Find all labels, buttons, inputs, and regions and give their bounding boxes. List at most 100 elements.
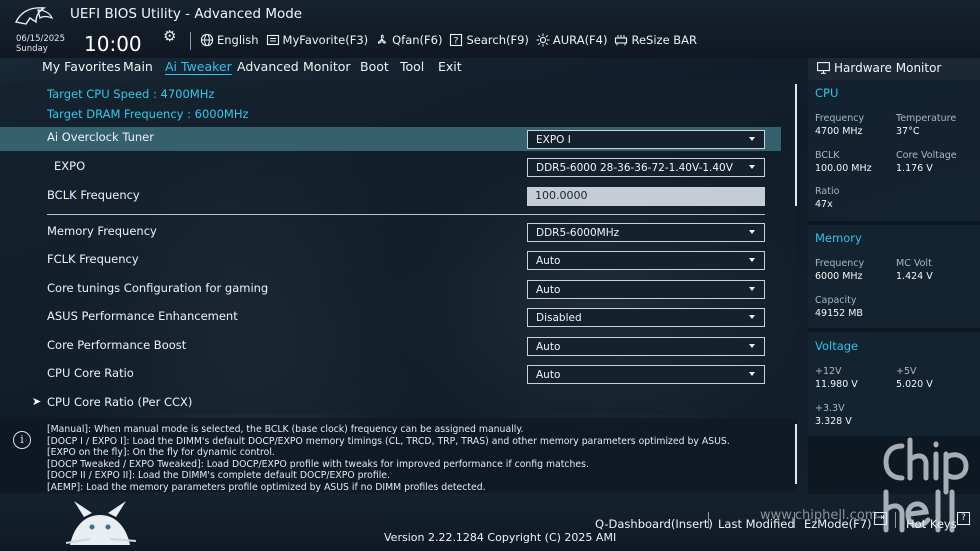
ai-overclock-tuner-dropdown[interactable]: EXPO I [527,130,765,149]
settings-scrollbar[interactable] [795,84,797,206]
aura-label: AURA(F4) [552,33,608,47]
bottom-separator [708,512,709,528]
v12-value: 11.980 V [815,379,858,390]
dropdown-value: Auto [536,369,561,381]
resize-bar-label: ReSize BAR [631,33,698,47]
core-performance-boost-dropdown[interactable]: Auto [527,337,765,356]
v5-value: 5.020 V [896,379,933,390]
submenu-arrow-icon: ➤ [32,395,42,408]
cpu-temperature-label: Temperature [896,113,957,124]
info-icon: i [13,431,31,449]
dropdown-arrow-icon [749,137,755,141]
ratio-value: 47x [815,199,833,210]
setting-label-memory-frequency[interactable]: Memory Frequency [47,224,157,238]
top-bar: UEFI BIOS Utility - Advanced Mode 06/15/… [0,0,980,58]
setting-label-bclk-frequency[interactable]: BCLK Frequency [47,188,140,202]
aura-light-icon [536,33,550,47]
qfan-button[interactable]: Qfan(F6) [375,31,442,49]
voltage-section-title: Voltage [815,339,859,353]
cpu-temperature-value: 37°C [896,126,920,137]
help-line: [DOCP I / EXPO I]: Load the DIMM's defau… [47,435,730,447]
memory-frequency-dropdown[interactable]: DDR5-6000MHz [527,223,765,242]
help-line: [AEMP]: Load the memory parameters profi… [47,481,486,492]
v5-label: +5V [896,366,917,377]
dropdown-value: Auto [536,341,561,353]
dropdown-value: Auto [536,255,561,267]
hardware-monitor-header: Hardware Monitor [808,58,980,80]
core-tunings-dropdown[interactable]: Auto [527,280,765,299]
tab-tool[interactable]: Tool [400,59,424,74]
v33-label: +3.3V [815,403,845,414]
watermark-url: www.chiphell.com [760,508,878,523]
help-line: [EXPO on the fly]: On the fly for dynami… [47,447,275,459]
qdashboard-button[interactable]: Q-Dashboard(Insert) [595,517,713,531]
tab-main[interactable]: Main [123,59,153,74]
aura-button[interactable]: AURA(F4) [536,31,608,49]
dropdown-value: Auto [536,284,561,296]
myfavorite-label: MyFavorite(F3) [282,33,369,47]
dropdown-arrow-icon [749,315,755,319]
weekday-text: Sunday [16,44,48,54]
setting-label-cpu-core-ratio[interactable]: CPU Core Ratio [47,366,134,380]
language-button[interactable]: English [200,31,259,49]
version-text: Version 2.22.1284 Copyright (C) 2025 AMI [384,531,617,544]
dropdown-value: Disabled [536,312,582,324]
mc-volt-value: 1.424 V [896,271,933,282]
cpu-core-ratio-dropdown[interactable]: Auto [527,365,765,384]
dropdown-arrow-icon [749,372,755,376]
bclk-frequency-input[interactable]: 100.0000 [527,187,765,206]
dropdown-arrow-icon [749,287,755,291]
target-dram-frequency: Target DRAM Frequency : 6000MHz [47,107,249,121]
dropdown-value: EXPO I [536,134,571,146]
tab-ai-tweaker[interactable]: Ai Tweaker [165,59,232,74]
cpu-section-title: CPU [815,86,839,100]
tab-boot[interactable]: Boot [360,59,389,74]
date-text: 06/15/2025 [16,34,65,44]
help-scrollbar[interactable] [795,424,797,484]
monitor-icon [817,62,830,74]
setting-label-asus-performance-enhancement[interactable]: ASUS Performance Enhancement [47,309,238,323]
expo-dropdown[interactable]: DDR5-6000 28-36-36-72-1.40V-1.40V [527,158,765,177]
rog-logo-icon [14,7,54,25]
star-folder-icon [266,34,279,46]
resize-bar-button[interactable]: ReSize BAR [614,31,697,49]
tab-exit[interactable]: Exit [438,59,462,74]
setting-label-core-tunings[interactable]: Core tunings Configuration for gaming [47,281,268,295]
setting-label-core-performance-boost[interactable]: Core Performance Boost [47,338,186,352]
resize-bar-icon [615,35,628,46]
help-text: [Manual]: When manual mode is selected, … [47,424,787,492]
gear-icon[interactable]: ⚙ [163,28,179,44]
ratio-label: Ratio [815,186,840,197]
tab-my-favorites[interactable]: My Favorites [42,59,121,74]
v12-label: +12V [815,366,842,377]
capacity-label: Capacity [815,295,857,306]
settings-panel: Target CPU Speed : 4700MHz Target DRAM F… [0,81,797,414]
hardware-monitor: Hardware Monitor CPU Frequency 4700 MHz … [808,58,980,494]
hardware-monitor-title: Hardware Monitor [834,61,942,75]
clock-display[interactable]: 10:00 [84,32,142,56]
submenu-cpu-core-ratio-per-ccx[interactable]: CPU Core Ratio (Per CCX) [47,395,192,409]
language-label: English [217,33,259,47]
setting-label-ai-overclock-tuner[interactable]: Ai Overclock Tuner [47,130,154,144]
globe-icon [200,33,214,47]
date-display: 06/15/2025 Sunday [16,34,65,54]
bclk-label: BCLK [815,150,840,161]
dropdown-arrow-icon [749,258,755,262]
target-cpu-speed: Target CPU Speed : 4700MHz [47,87,215,101]
dropdown-arrow-icon [749,230,755,234]
asus-performance-enhancement-dropdown[interactable]: Disabled [527,308,765,327]
header-separator [190,32,191,50]
tab-monitor[interactable]: Monitor [303,59,351,74]
v33-value: 3.328 V [815,416,852,427]
cpu-frequency-value: 4700 MHz [815,126,863,137]
capacity-value: 49152 MB [815,308,863,319]
myfavorite-button[interactable]: MyFavorite(F3) [266,31,369,49]
setting-label-expo[interactable]: EXPO [54,159,85,173]
memory-frequency-label: Frequency [815,258,865,269]
fclk-frequency-dropdown[interactable]: Auto [527,251,765,270]
mc-volt-label: MC Volt [896,258,932,269]
setting-label-fclk-frequency[interactable]: FCLK Frequency [47,252,139,266]
dropdown-value: DDR5-6000 28-36-36-72-1.40V-1.40V [536,162,733,174]
tab-advanced[interactable]: Advanced [237,59,299,74]
search-button[interactable]: ? Search(F9) [449,31,529,49]
